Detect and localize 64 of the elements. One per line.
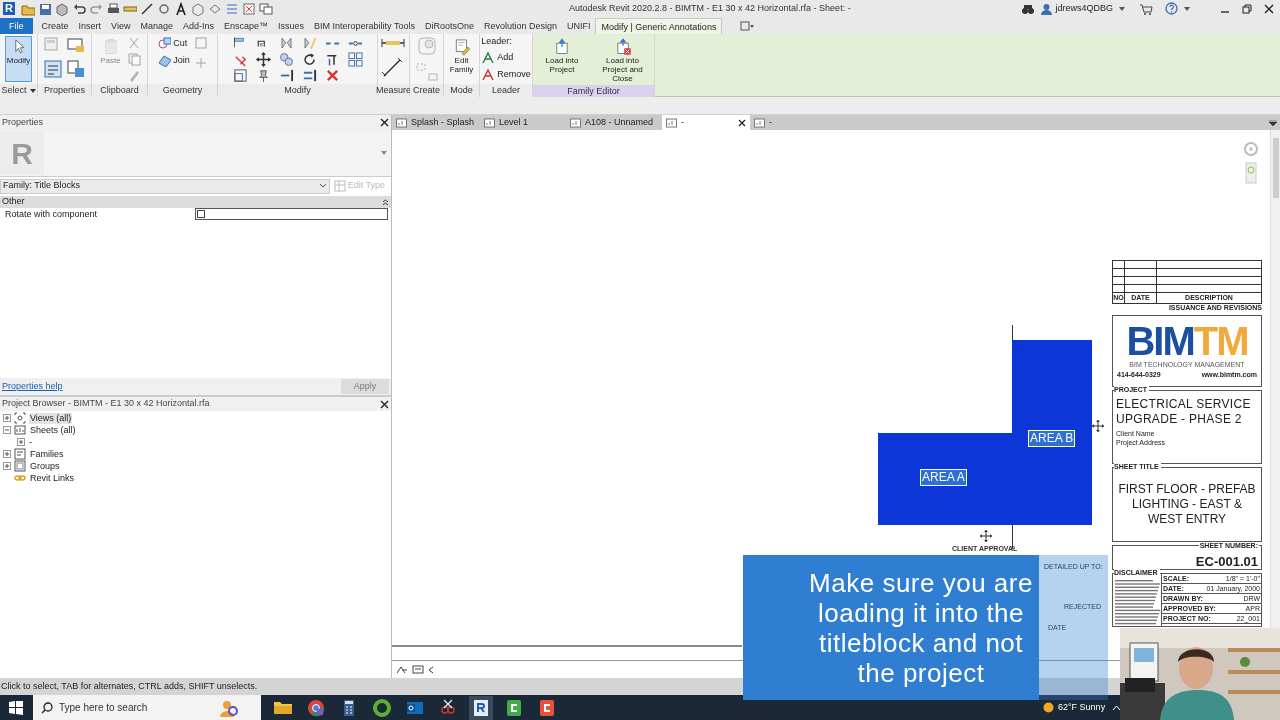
document-tab[interactable]: - (662, 115, 750, 130)
window-title: Autodesk Revit 2020.2.8 - BIMTM - E1 30 x 42 Horizontal.rfa - Sheet: - (569, 2, 851, 15)
panel-label: Mode (444, 84, 479, 97)
ribbon-tab[interactable]: View (106, 18, 136, 34)
status-text: Click to select, TAB for alternates, CTRL adds, SHIFT unselects. (1, 679, 258, 693)
panel-label: Clipboard (92, 84, 147, 97)
type-selector[interactable]: Family: Title Blocks (0, 178, 330, 194)
panel-label: Measure (378, 84, 409, 97)
document-tab[interactable]: - (750, 115, 790, 130)
tree-item[interactable]: Groups (29, 460, 61, 472)
app-logo[interactable]: R (3, 2, 15, 15)
document-tab[interactable]: Level 1 (480, 115, 566, 130)
ribbon-tab[interactable]: Modify | Generic Annotations (595, 18, 723, 34)
project-name: ELECTRICAL SERVICE UPGRADE - PHASE 2 (1116, 397, 1252, 427)
panel-label: Geometry (148, 84, 217, 97)
ribbon-button[interactable]: Remove (481, 67, 531, 81)
tree-item[interactable]: Views (all) (29, 412, 73, 424)
panel-label: Create (410, 84, 443, 97)
search-box[interactable]: Type here to search (33, 695, 261, 720)
ribbon-tab[interactable]: Manage (135, 18, 178, 34)
ribbon-tab[interactable]: Revolution Design (478, 18, 562, 34)
leader-label: Leader: (481, 36, 513, 47)
properties-help-link[interactable]: Properties help (2, 379, 63, 394)
ribbon-tab[interactable]: UNIFI (562, 18, 596, 34)
ribbon-tab[interactable]: BIM Interoperability Tools (309, 18, 420, 34)
ribbon-tab[interactable]: Issues (273, 18, 309, 34)
ribbon-tab[interactable]: Add-Ins (177, 18, 219, 34)
logo-mark: BIM (1126, 322, 1194, 360)
ribbon-tab[interactable]: DiRootsOne (419, 18, 479, 34)
ribbon-button[interactable]: Cut (157, 36, 190, 50)
caption-text: Make sure you are loading it into the titleblock and not the project (808, 567, 1034, 688)
ribbon-button[interactable]: Edit Family (446, 36, 477, 76)
ribbon-tab[interactable]: Insert (73, 18, 107, 34)
ribbon-button[interactable]: Join (157, 53, 190, 67)
tree-item[interactable]: Sheets (all) (29, 424, 77, 436)
area-label[interactable]: AREA B (1028, 430, 1076, 447)
tree-item[interactable]: - (28, 436, 33, 448)
ribbon-tab[interactable]: Create (36, 18, 74, 34)
panel-title: Project Browser - BIMTM - E1 30 x 42 Horizontal.rfa (2, 397, 210, 411)
document-tab[interactable]: A108 - Unnamed (566, 115, 662, 130)
logo-mark: TM (1193, 322, 1248, 360)
user-name[interactable]: jdrews4QDBG (1055, 1, 1113, 16)
ribbon-tab[interactable]: File (0, 18, 33, 34)
parameter-name: Rotate with component (4, 208, 99, 220)
panel-title: Properties (2, 115, 44, 129)
ribbon-button[interactable]: Add (481, 50, 531, 64)
tree-item[interactable]: Revit Links (29, 472, 75, 484)
area-label[interactable]: AREA A (920, 469, 967, 486)
ribbon-button[interactable]: Load into Project and Close (593, 36, 652, 85)
type-preview: R (0, 131, 44, 175)
sheet-number: EC-001.01 (1195, 554, 1258, 569)
ribbon-button[interactable]: Load into Project (535, 36, 589, 76)
panel-label: Properties (38, 84, 91, 97)
ribbon-tab[interactable]: Enscape™ (218, 18, 273, 34)
panel-label: Leader (480, 84, 532, 97)
weather-text[interactable]: 62°F Sunny (1058, 700, 1106, 715)
sheet-title: FIRST FLOOR - PREFAB LIGHTING - EAST & WEST ENTRY (1117, 482, 1257, 527)
document-tab[interactable]: Splash - Splash (392, 115, 480, 130)
ribbon-button[interactable]: Modify (4, 36, 33, 82)
panel-label[interactable]: Select (0, 84, 37, 97)
tree-item[interactable]: Families (29, 448, 65, 460)
search-field[interactable]: Type here to search (59, 697, 209, 718)
group-header: Other (2, 195, 25, 209)
panel-label: Modify (218, 84, 377, 97)
